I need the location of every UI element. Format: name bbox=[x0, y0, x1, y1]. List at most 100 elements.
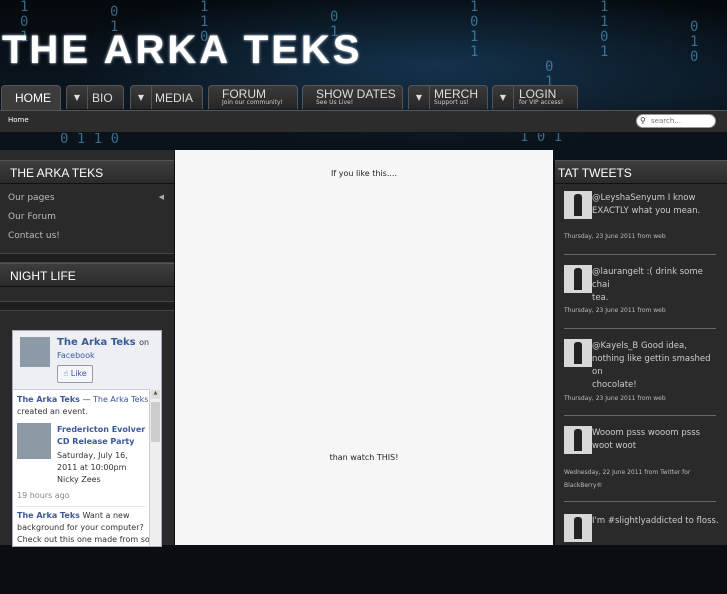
intro-text: If you like this.... bbox=[331, 169, 397, 178]
tweet-line: @Kayels_B Good idea, bbox=[592, 341, 687, 351]
post-author[interactable]: The Arka Teks bbox=[17, 395, 80, 404]
tab-forum-sub: Join our community! bbox=[222, 99, 283, 106]
divider bbox=[0, 301, 174, 311]
left-sidebar: THE ARKA TEKS Our pages ◀ Our Forum Cont… bbox=[0, 150, 174, 547]
tweet-item: @laurangelt :( drink some chai tea. Thur… bbox=[564, 265, 716, 345]
post2-text-line1: Want a new bbox=[82, 511, 130, 520]
tweet-item: @Kayels_B Good idea, nothing like gettin… bbox=[564, 339, 716, 419]
tab-forum[interactable]: FORUM Join our community! bbox=[208, 85, 298, 109]
header-background: 1 0 1 0 1 1 1 0 0 1 1 0 1 1 0 1 1 1 0 1 … bbox=[0, 0, 727, 160]
divider bbox=[564, 415, 716, 416]
event-title-line2[interactable]: CD Release Party bbox=[57, 437, 134, 446]
divider bbox=[564, 254, 716, 255]
tweet-avatar[interactable] bbox=[564, 339, 592, 367]
tab-home[interactable]: HOME bbox=[1, 85, 61, 111]
post-header: The Arka Teks — The Arka Teks bbox=[17, 395, 148, 404]
sub-nav-bar: Home ⚲ bbox=[0, 110, 727, 133]
tab-merch[interactable]: ▼ MERCH Support us! bbox=[408, 85, 488, 109]
tweet-avatar[interactable] bbox=[564, 191, 592, 219]
sidebar-item-label: Contact us! bbox=[8, 231, 60, 241]
matrix-glyph: 0 1 0 bbox=[690, 19, 699, 65]
avatar-figure bbox=[574, 429, 582, 451]
facebook-on-text: on bbox=[139, 338, 150, 347]
post2-author[interactable]: The Arka Teks bbox=[17, 511, 80, 520]
facebook-feed: The Arka Teks — The Arka Teks created an… bbox=[13, 389, 161, 546]
tweet-text[interactable]: @Kayels_B Good idea, nothing like gettin… bbox=[592, 340, 722, 392]
event-date-line1: Saturday, July 16, bbox=[57, 451, 128, 460]
avatar-figure bbox=[574, 342, 582, 364]
tweet-meta: Thursday, 23 June 2011 from web bbox=[564, 233, 666, 240]
post2-header: The Arka Teks Want a new bbox=[17, 511, 129, 520]
facebook-like-box: The Arka Teks on Facebook ☝ Like The Ark… bbox=[12, 330, 162, 547]
thumbs-up-icon: ☝ bbox=[63, 369, 69, 378]
chevron-left-icon[interactable]: ◀ bbox=[159, 193, 164, 201]
post-target[interactable]: The Arka Teks bbox=[93, 395, 148, 404]
tweet-line: woot woot bbox=[592, 441, 637, 451]
tweet-meta: Wednesday, 22 June 2011 from Twitter for bbox=[564, 469, 691, 476]
tweet-avatar[interactable] bbox=[564, 426, 592, 454]
tweet-text[interactable]: @laurangelt :( drink some chai tea. bbox=[592, 266, 722, 305]
tab-bio-label: BIO bbox=[92, 91, 113, 105]
like-label: Like bbox=[70, 369, 87, 378]
main-nav: HOME ▼ BIO ▼ MEDIA FORUM Join our commun… bbox=[0, 85, 727, 111]
post-time: 19 hours ago bbox=[17, 491, 70, 500]
chevron-down-icon[interactable]: ▼ bbox=[493, 86, 514, 109]
divider bbox=[564, 501, 716, 502]
tweet-text[interactable]: Wooom psss wooom psss woot woot bbox=[592, 427, 722, 453]
tweets-title: TAT TWEETS bbox=[555, 160, 727, 184]
feed-scrollbar[interactable]: ▲ bbox=[149, 389, 161, 546]
sidebar-item-our-forum[interactable]: Our Forum bbox=[0, 207, 174, 226]
tab-login-sub: for VIP access! bbox=[519, 99, 564, 106]
divider bbox=[17, 506, 145, 507]
facebook-page-name-text[interactable]: The Arka Teks bbox=[57, 337, 136, 348]
tab-media[interactable]: ▼ MEDIA bbox=[130, 85, 203, 109]
sidebar-item-label: Our pages bbox=[8, 193, 55, 203]
tweet-avatar[interactable] bbox=[564, 514, 592, 542]
tweet-text[interactable]: @LeyshaSenyum I know EXACTLY what you me… bbox=[592, 192, 722, 218]
chevron-down-icon[interactable]: ▼ bbox=[67, 86, 88, 109]
matrix-glyph: 1 0 1 1 bbox=[470, 0, 479, 60]
twitter-sidebar: TAT TWEETS @LeyshaSenyum I know EXACTLY … bbox=[555, 160, 727, 545]
sidebar-item-contact[interactable]: Contact us! bbox=[0, 226, 174, 245]
tweet-avatar[interactable] bbox=[564, 265, 592, 293]
facebook-header: The Arka Teks on Facebook ☝ Like bbox=[13, 331, 161, 390]
tab-media-label: MEDIA bbox=[155, 91, 194, 105]
tweet-item: @LeyshaSenyum I know EXACTLY what you me… bbox=[564, 191, 716, 271]
sidebar-item-label: Our Forum bbox=[8, 212, 56, 222]
sidebar-item-our-pages[interactable]: Our pages ◀ bbox=[0, 184, 174, 207]
tab-bio[interactable]: ▼ BIO bbox=[66, 85, 124, 109]
tweet-line: EXACTLY what you mean. bbox=[592, 206, 701, 216]
tweet-text[interactable]: I'm #slightlyaddicted to floss. bbox=[592, 515, 722, 528]
avatar-figure bbox=[574, 194, 582, 216]
tab-show-dates[interactable]: SHOW DATES See Us Live! bbox=[302, 85, 403, 109]
tweet-line: @laurangelt :( drink some chai bbox=[592, 267, 703, 290]
breadcrumb[interactable]: Home bbox=[8, 116, 29, 124]
watch-text: than watch THIS! bbox=[329, 453, 399, 462]
search-input[interactable] bbox=[651, 116, 713, 126]
tab-home-label: HOME bbox=[15, 91, 51, 105]
band-avatar[interactable] bbox=[20, 337, 50, 367]
scroll-up-icon[interactable]: ▲ bbox=[151, 390, 160, 399]
like-button[interactable]: ☝ Like bbox=[57, 365, 93, 383]
event-image[interactable] bbox=[17, 423, 51, 459]
chevron-down-icon[interactable]: ▼ bbox=[131, 86, 152, 109]
post2-text-line2: background for your computer? bbox=[17, 523, 144, 532]
scrollbar-thumb[interactable] bbox=[151, 402, 160, 442]
search-box: ⚲ bbox=[636, 114, 716, 128]
tweet-line: nothing like gettin smashed on bbox=[592, 354, 711, 377]
tweet-meta: Thursday, 23 June 2011 from web bbox=[564, 395, 666, 402]
facebook-link[interactable]: Facebook bbox=[57, 351, 95, 360]
tweet-meta: BlackBerry® bbox=[564, 482, 603, 489]
event-title-line1[interactable]: Fredericton Evolver bbox=[57, 425, 145, 434]
matrix-glyph: 1 1 0 1 bbox=[600, 0, 609, 60]
search-icon[interactable]: ⚲ bbox=[640, 116, 646, 125]
site-logo[interactable]: THE ARKA TEKS bbox=[2, 28, 362, 73]
divider bbox=[0, 253, 174, 263]
tab-login[interactable]: ▼ LOGIN for VIP access! bbox=[492, 85, 578, 109]
chevron-down-icon[interactable]: ▼ bbox=[409, 86, 430, 109]
tweet-item: I'm #slightlyaddicted to floss. bbox=[564, 514, 719, 594]
tab-show-dates-sub: See Us Live! bbox=[316, 99, 354, 106]
facebook-page-name[interactable]: The Arka Teks on bbox=[57, 337, 149, 348]
post-dash: — bbox=[82, 395, 91, 404]
